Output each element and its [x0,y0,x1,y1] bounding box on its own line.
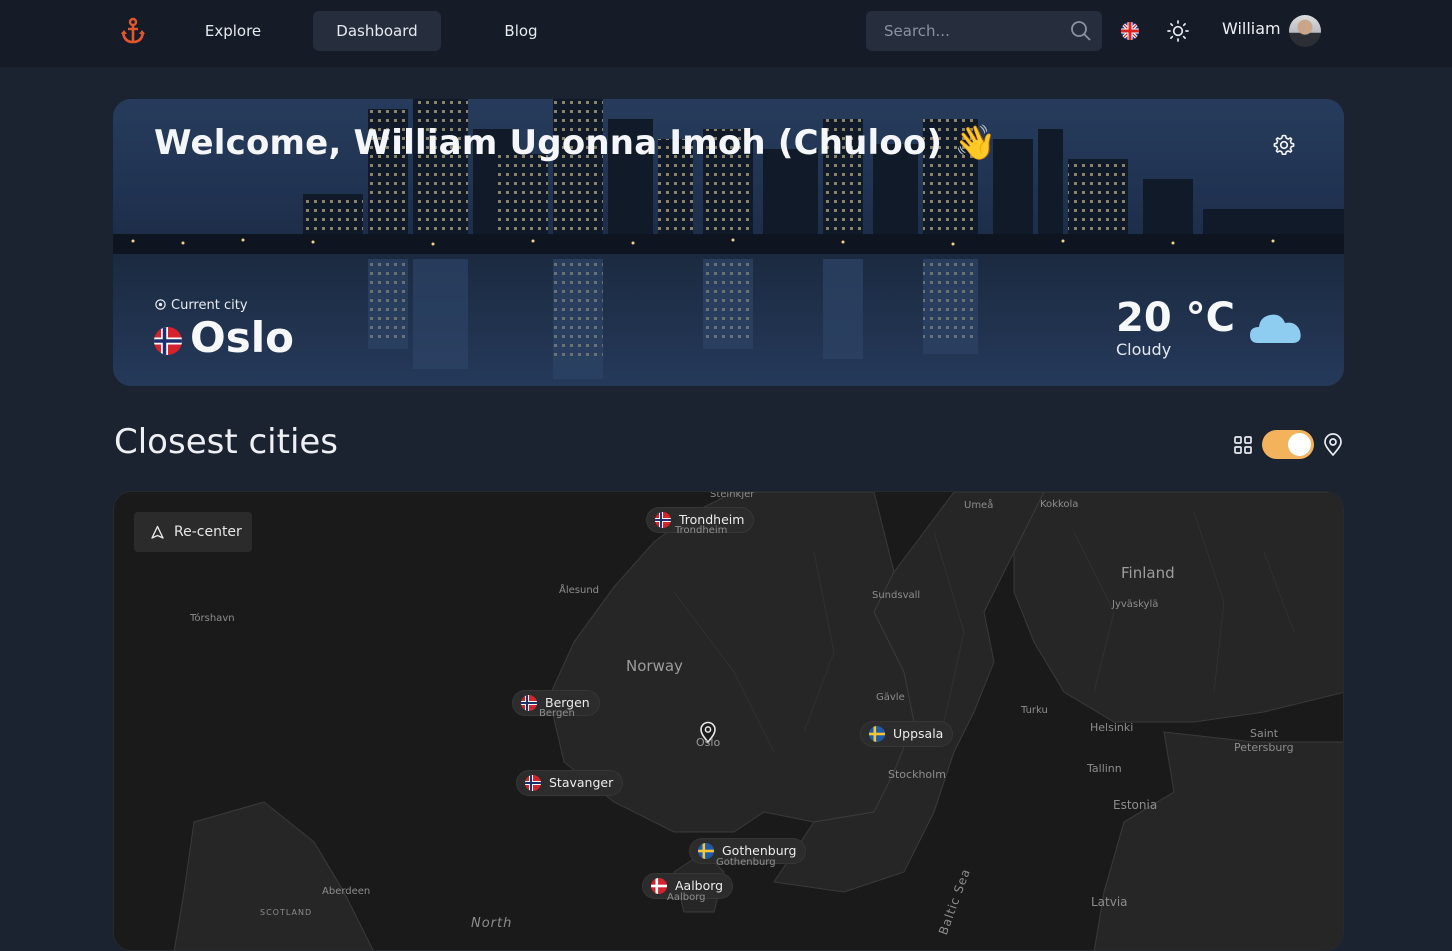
nav-explore[interactable]: Explore [193,11,273,51]
nav-dashboard[interactable]: Dashboard [313,11,441,51]
norway-flag-icon [521,695,537,711]
search-box [866,11,1102,51]
city-pill-label: Gothenburg [722,843,797,858]
theme-sun-icon[interactable] [1166,19,1190,43]
current-city-name: Oslo [190,313,294,362]
recenter-button[interactable]: Re-center [134,512,252,552]
map-label-helsinki: Helsinki [1090,721,1134,734]
map-label-norway: Norway [626,657,683,675]
view-toggle-switch[interactable] [1262,430,1314,459]
map-label-steinkjer: Steinkjer [710,491,755,500]
weather-condition: Cloudy [1116,340,1172,359]
norway-flag-icon [525,775,541,791]
city-pill-sublabel: Trondheim [675,525,728,536]
map-label-jyvaskyla: Jyväskylä [1112,599,1159,610]
norway-flag-icon [154,327,182,355]
map-label-stockholm: Stockholm [888,768,946,781]
city-pill-label: Aalborg [675,878,724,893]
map-label-oslo: Oslo [696,736,721,749]
map-label-turku: Turku [1021,705,1048,716]
map-label-finland: Finland [1121,564,1175,582]
city-pill-label: Uppsala [893,726,944,741]
map-label-kokkola: Kokkola [1040,499,1079,510]
recenter-label: Re-center [174,524,242,540]
search-input[interactable] [866,11,1066,51]
city-pill-sublabel: Gothenburg [716,857,776,868]
top-navigation: Explore Dashboard Blog Search... William [0,0,1452,67]
map-label-north-sea: North [471,916,513,931]
map-label-scotland: SCOTLAND [260,908,313,917]
city-pill-label: Stavanger [549,775,614,790]
welcome-hero-card: Welcome, William Ugonna Imoh (Chuloo) 👋 … [113,99,1344,386]
norway-flag-icon [655,512,671,528]
map-label-petersburg: Petersburg [1234,741,1294,754]
map-label-umea: Umeå [964,500,994,511]
user-avatar[interactable] [1289,15,1321,47]
welcome-title: Welcome, William Ugonna Imoh (Chuloo) 👋 [154,123,997,163]
closest-cities-map[interactable]: Re-center Steinkjer Umeå Kokkola Ålesund… [113,491,1344,951]
uk-flag-icon[interactable] [1121,22,1139,40]
map-view-pin-icon[interactable] [1322,433,1344,457]
anchor-logo-icon[interactable] [120,17,146,45]
map-label-aberdeen: Aberdeen [322,886,371,897]
denmark-flag-icon [651,878,667,894]
temperature-value: 20 °C [1116,295,1235,341]
current-city-text: Current city [171,298,248,313]
map-label-tallinn: Tallinn [1087,762,1122,775]
city-pill-sublabel: Bergen [539,708,575,719]
nav-blog[interactable]: Blog [487,11,555,51]
map-label-alesund: Ålesund [559,585,600,596]
map-label-estonia: Estonia [1113,798,1158,812]
map-label-latvia: Latvia [1091,895,1128,909]
user-name[interactable]: William [1222,19,1281,38]
city-pill-stavanger[interactable]: Stavanger [517,771,623,795]
closest-cities-title: Closest cities [114,422,339,462]
cloud-weather-icon [1250,314,1301,343]
sweden-flag-icon [698,843,714,859]
sweden-flag-icon [869,726,885,742]
city-pill-uppsala[interactable]: Uppsala [861,722,953,746]
settings-gear-icon[interactable] [1272,133,1296,157]
map-label-gavle: Gävle [876,692,905,703]
current-city-label: Current city [154,298,248,313]
map-label-saint: Saint [1250,727,1279,740]
grid-view-icon[interactable] [1233,435,1253,455]
location-target-icon [155,299,166,310]
map-label-torshavn: Tórshavn [190,613,235,624]
toggle-knob [1288,433,1311,456]
map-label-sundsvall: Sundsvall [872,590,921,601]
search-icon[interactable] [1070,20,1092,42]
navigation-arrow-icon [151,525,164,539]
city-pill-sublabel: Aalborg [667,892,706,903]
